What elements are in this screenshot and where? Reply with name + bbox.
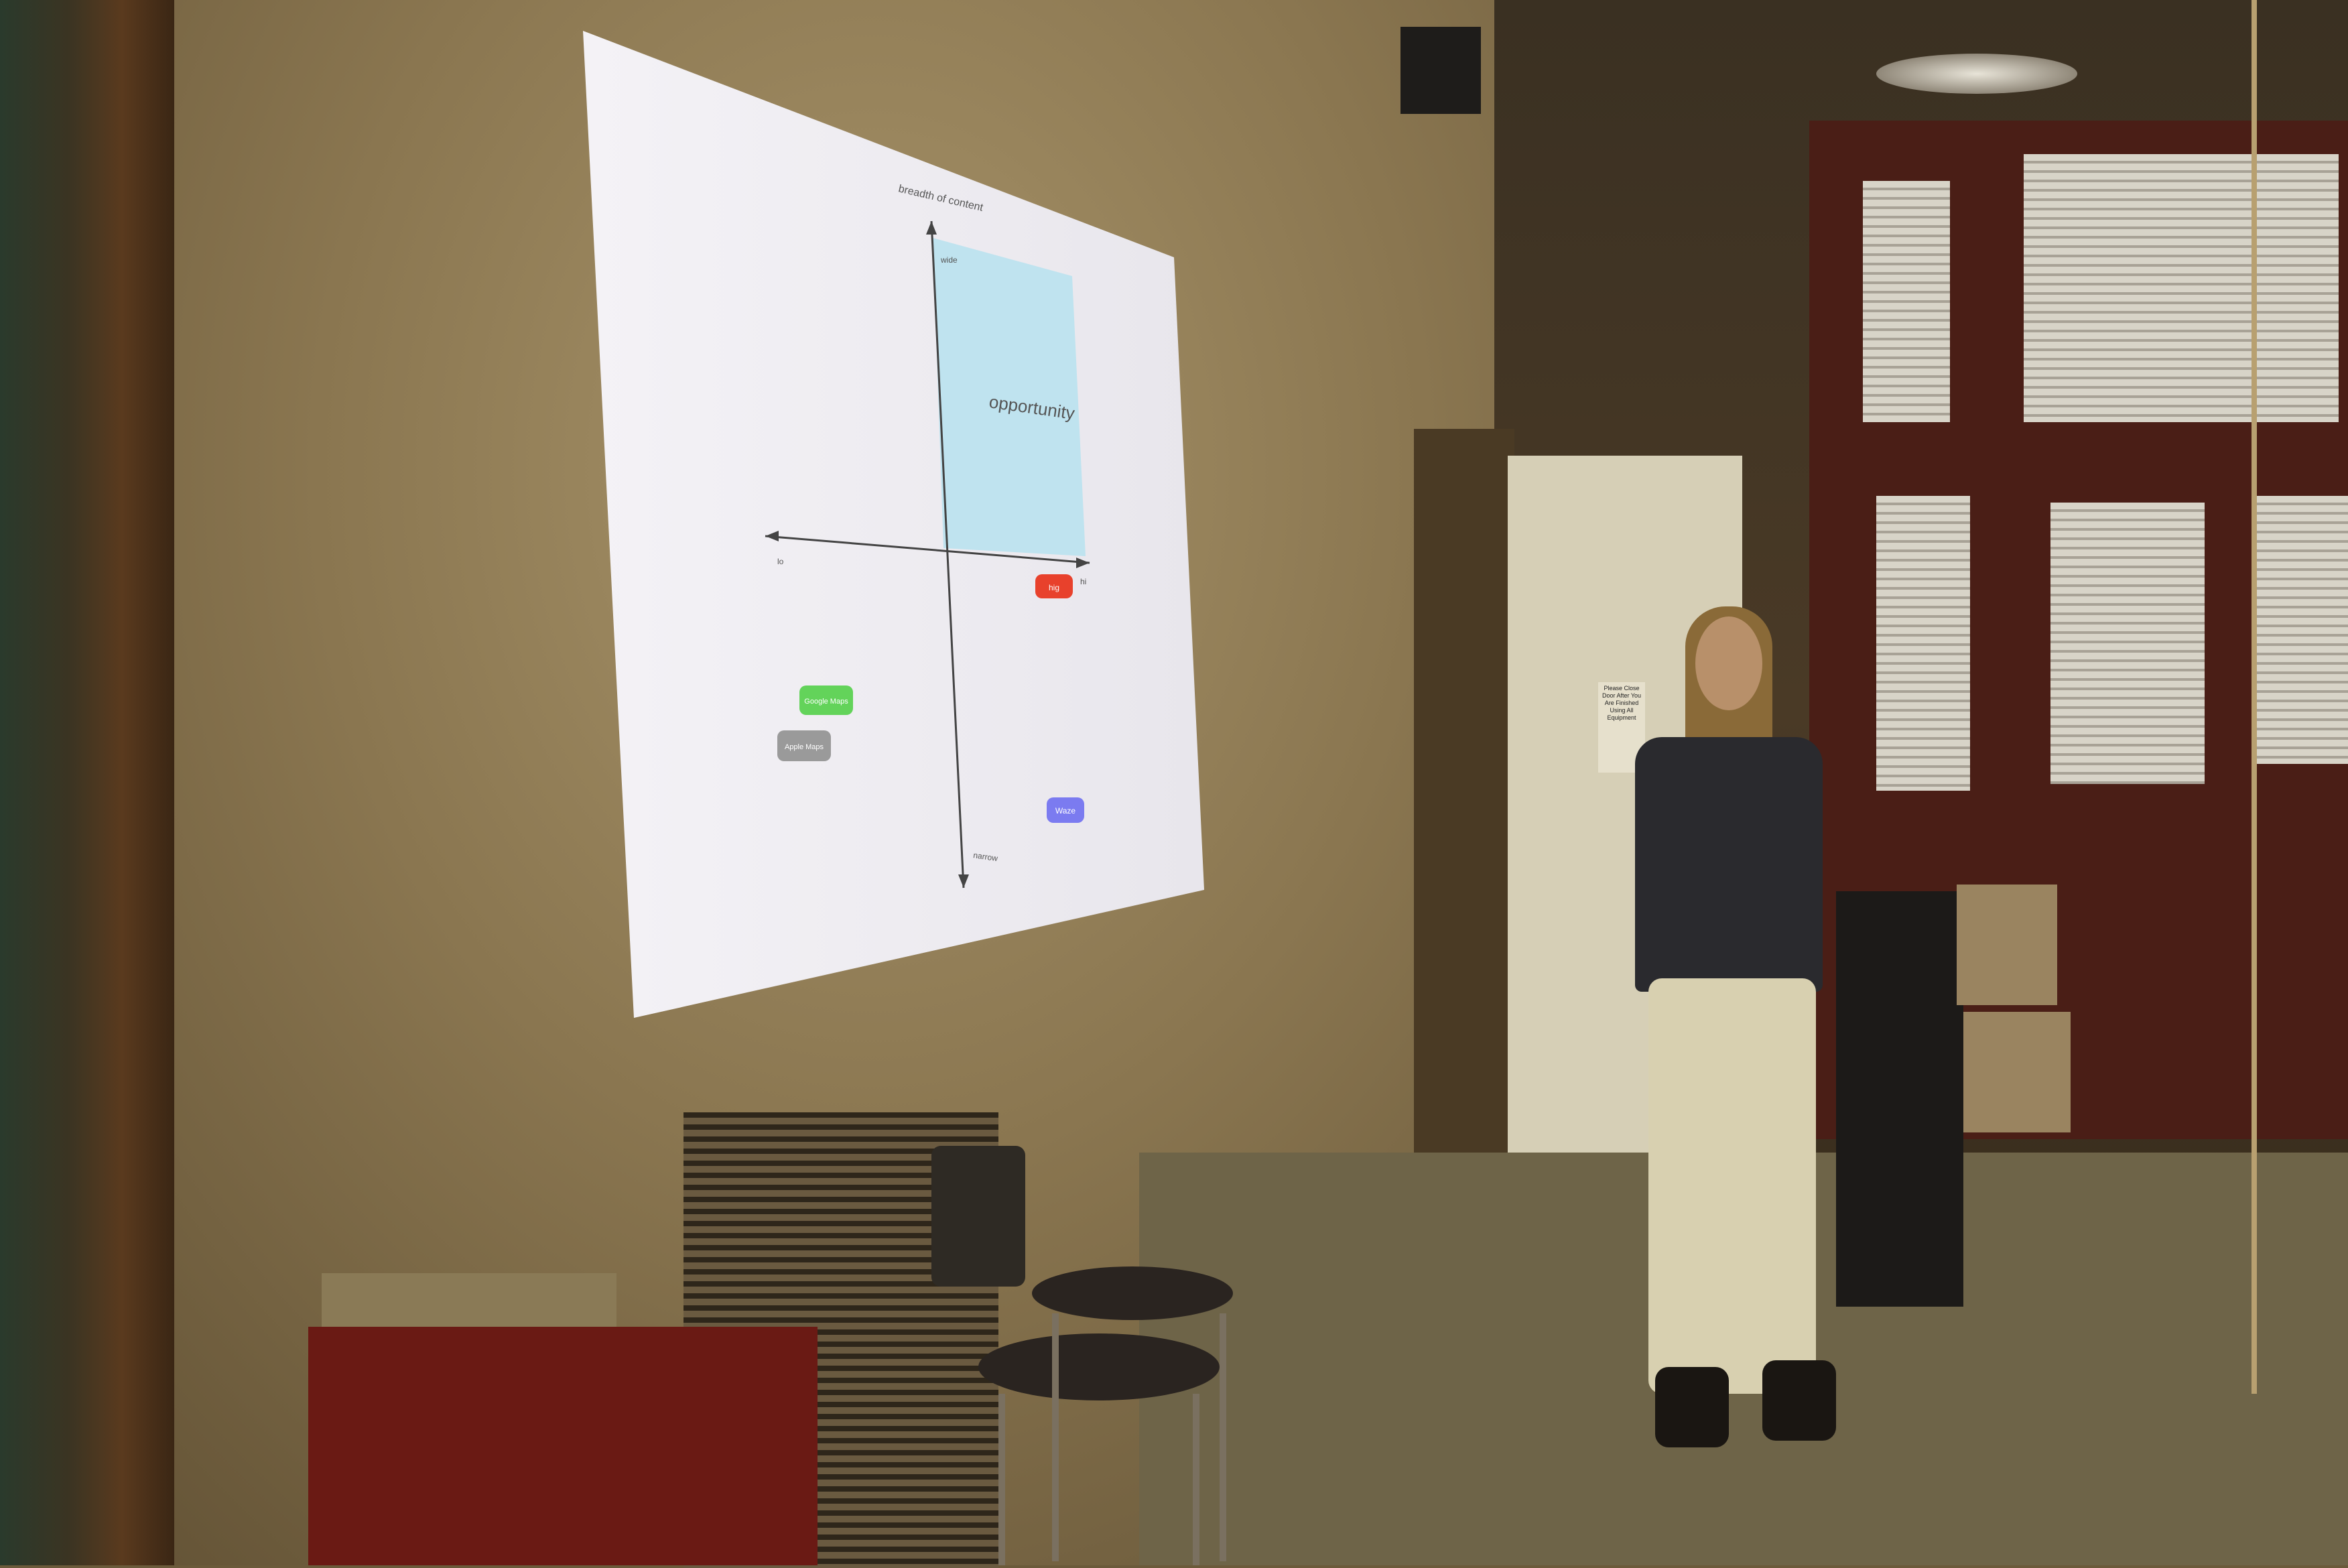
slide-svg: breadth of content wide narrow lo hi opp… bbox=[583, 31, 1204, 1018]
chip-waze-label: Waze bbox=[1055, 806, 1076, 815]
chip-waze: Waze bbox=[1047, 797, 1084, 823]
left-axis-label: lo bbox=[777, 557, 784, 566]
chip-apple-maps-label: Apple Maps bbox=[785, 743, 824, 751]
chip-google-maps: Google Maps bbox=[799, 685, 853, 715]
top-axis-label: wide bbox=[940, 255, 958, 265]
projected-slide: breadth of content wide narrow lo hi opp… bbox=[0, 0, 2348, 1565]
right-axis-label: hi bbox=[1080, 577, 1086, 586]
chip-google-maps-label: Google Maps bbox=[804, 698, 848, 706]
chip-hig-label: hig bbox=[1049, 583, 1059, 592]
chip-apple-maps: Apple Maps bbox=[777, 730, 831, 761]
chip-hig: hig bbox=[1035, 574, 1073, 598]
projection-screen bbox=[583, 31, 1204, 1018]
